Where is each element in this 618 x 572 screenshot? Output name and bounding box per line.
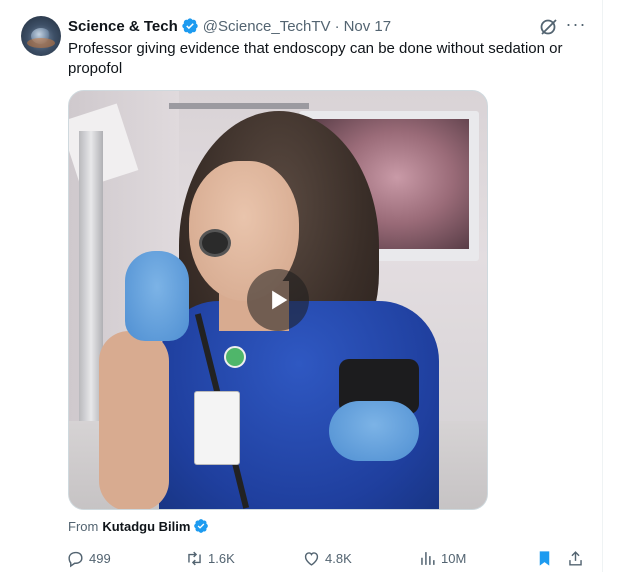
verified-badge-icon — [181, 17, 199, 35]
play-icon[interactable] — [247, 269, 309, 331]
like-button[interactable]: 4.8K — [302, 545, 352, 571]
attribution-prefix: From — [68, 518, 99, 534]
verified-badge-icon — [193, 518, 209, 534]
like-count: 4.8K — [325, 550, 352, 566]
more-options-icon[interactable]: ··· — [565, 15, 587, 37]
view-count: 10M — [441, 550, 467, 566]
video-frame-glove-right — [329, 401, 419, 461]
bookmark-icon — [539, 550, 550, 566]
reply-count: 499 — [89, 550, 111, 566]
video-frame-id-badge — [194, 391, 240, 465]
share-icon — [569, 550, 582, 566]
action-bar: 499 1.6K 4.8K 10M — [0, 545, 602, 571]
grok-icon[interactable] — [539, 17, 559, 37]
video-frame-badge-clip — [224, 346, 246, 368]
reply-icon — [68, 551, 83, 567]
video-player[interactable] — [68, 90, 488, 510]
separator-dot: · — [334, 17, 340, 35]
views-icon — [421, 551, 435, 565]
tweet-header: Science & Tech @Science_TechTV · Nov 17 — [68, 16, 391, 36]
handle[interactable]: @Science_TechTV — [203, 18, 331, 35]
timeline-border — [602, 0, 603, 572]
video-frame-mouthpiece — [199, 229, 231, 257]
share-button[interactable] — [566, 545, 589, 571]
video-frame-monitor-arm — [169, 103, 309, 109]
views-button[interactable]: 10M — [418, 545, 466, 571]
repost-icon — [188, 551, 201, 565]
timestamp[interactable]: Nov 17 — [344, 18, 392, 35]
reply-button[interactable]: 499 — [66, 545, 111, 571]
attribution-source[interactable]: Kutadgu Bilim — [102, 519, 190, 534]
attribution: From Kutadgu Bilim — [68, 517, 209, 535]
bookmark-button[interactable] — [535, 545, 558, 571]
avatar[interactable] — [21, 16, 61, 56]
tweet-text: Professor giving evidence that endoscopy… — [68, 40, 563, 77]
heart-icon — [304, 551, 319, 566]
repost-button[interactable]: 1.6K — [185, 545, 235, 571]
video-frame-glove-left — [125, 251, 189, 341]
repost-count: 1.6K — [208, 550, 235, 566]
display-name[interactable]: Science & Tech — [68, 18, 178, 35]
video-frame-arm — [99, 331, 169, 509]
